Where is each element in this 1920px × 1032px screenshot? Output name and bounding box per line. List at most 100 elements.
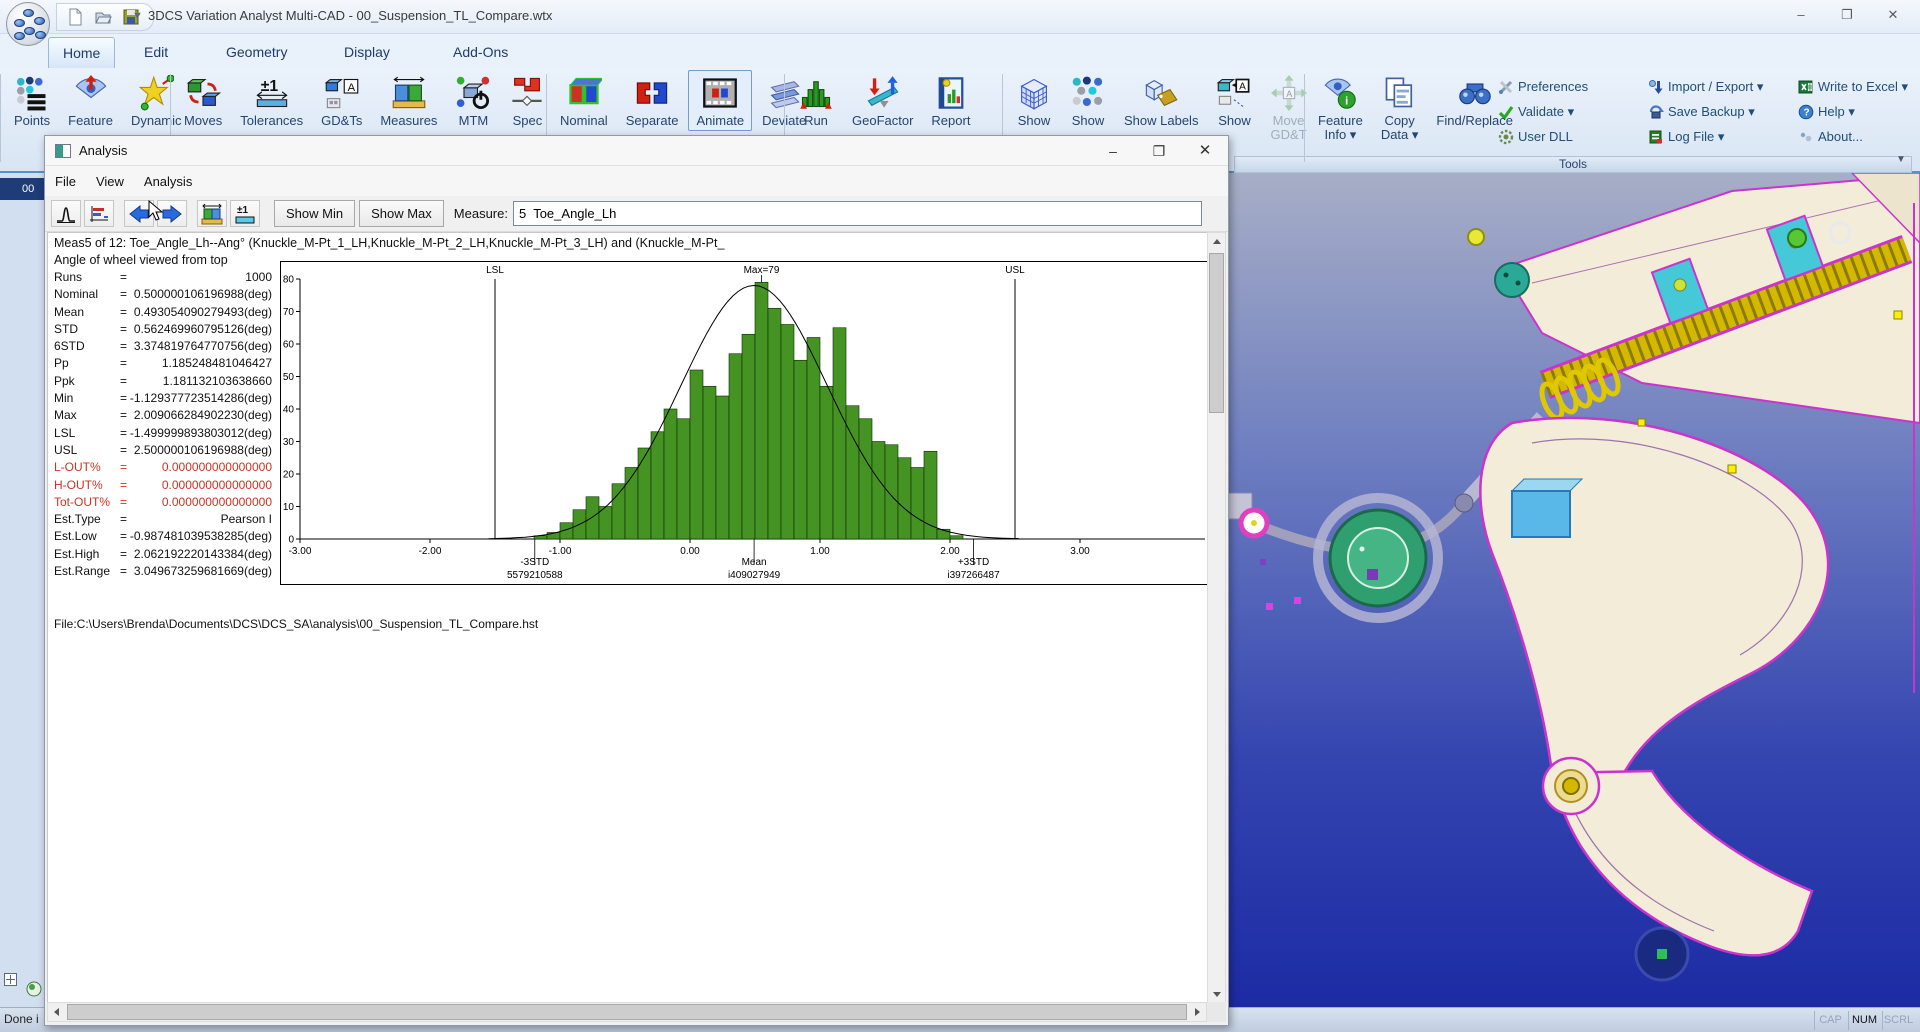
scroll-left-icon[interactable] — [48, 1003, 65, 1021]
stat-row-runs: Runs=1000 — [54, 270, 272, 287]
show-min-button[interactable]: Show Min — [274, 200, 355, 227]
stats-table: Runs=1000Nominal=0.500000106196988(deg)M… — [54, 270, 272, 581]
ribbon-button-label: Spec — [513, 114, 543, 128]
menu-view[interactable]: View — [86, 174, 134, 189]
svg-text:-1.00: -1.00 — [549, 546, 572, 557]
help-button[interactable]: ?Help ▾ — [1798, 99, 1908, 124]
resize-corner[interactable] — [1207, 1002, 1226, 1022]
tab-edit[interactable]: Edit — [130, 37, 182, 68]
mtm-button[interactable]: MTM — [447, 70, 499, 131]
excel-button[interactable]: Write to Excel ▾ — [1798, 74, 1908, 99]
analysis-maximize-button[interactable]: ❐ — [1136, 136, 1182, 166]
report-button[interactable]: Report — [923, 70, 978, 131]
show-annotation-button[interactable]: AShow — [1208, 70, 1260, 131]
separate-button[interactable]: Separate — [618, 70, 687, 131]
analysis-close-button[interactable]: ✕ — [1182, 136, 1228, 166]
measures-button[interactable]: Measures — [372, 70, 445, 131]
tab-geometry[interactable]: Geometry — [212, 37, 301, 68]
horizontal-scrollbar[interactable] — [47, 1002, 1207, 1022]
show-labels-button[interactable]: Show Labels — [1116, 70, 1206, 131]
barchart-view-icon[interactable] — [84, 200, 114, 227]
svg-text:i409027949: i409027949 — [728, 570, 781, 581]
scroll-down-icon[interactable] — [1208, 986, 1225, 1003]
run-button[interactable]: Run — [790, 70, 842, 131]
run-icon — [798, 75, 834, 111]
moves-button[interactable]: Moves — [176, 70, 230, 131]
show-model-button[interactable]: Show — [1008, 70, 1060, 131]
tab-display[interactable]: Display — [330, 37, 404, 68]
svg-text:3.00: 3.00 — [1070, 546, 1090, 557]
analysis-minimize-button[interactable]: – — [1090, 136, 1136, 166]
ribbon-button-label: GD&Ts — [321, 114, 362, 128]
app-logo-icon[interactable] — [6, 2, 50, 46]
scroll-right-icon[interactable] — [1189, 1003, 1206, 1021]
mouse-cursor — [148, 200, 164, 227]
nominal-button[interactable]: Nominal — [552, 70, 616, 131]
find-replace-icon — [1457, 75, 1493, 111]
analysis-toolbar: ±1 Show Min Show Max Measure: 5 Toe_Angl… — [45, 196, 1228, 232]
tool-label: Log File ▾ — [1668, 129, 1724, 145]
geofactor-button[interactable]: GeoFactor — [844, 70, 921, 131]
tool-label: User DLL — [1518, 129, 1573, 144]
show-points-button[interactable]: Show — [1062, 70, 1114, 131]
vscroll-thumb[interactable] — [1209, 253, 1224, 413]
hscroll-thumb[interactable] — [67, 1004, 1187, 1020]
status-message: Done i — [4, 1012, 39, 1026]
new-file-icon[interactable] — [65, 7, 85, 27]
stat-row-lsl: LSL=-1.499999893803012(deg) — [54, 426, 272, 443]
chevron-down-icon[interactable]: ▼ — [1896, 154, 1906, 165]
app-minimize-button[interactable]: – — [1778, 0, 1824, 30]
analysis-menu-bar: FileViewAnalysis — [45, 166, 1228, 196]
move-gdt-icon: A — [1271, 75, 1307, 111]
app-maximize-button[interactable]: ❐ — [1824, 0, 1870, 30]
menu-file[interactable]: File — [45, 174, 86, 189]
stat-row-std: STD=0.562469960795126(deg) — [54, 322, 272, 339]
tolerance-list-icon[interactable]: ±1 — [230, 200, 260, 227]
import-export-button[interactable]: Import / Export ▾ — [1648, 74, 1798, 99]
tool-label: Help ▾ — [1818, 104, 1855, 120]
histogram-view-icon[interactable] — [51, 200, 81, 227]
log-file-button[interactable]: Log File ▾ — [1648, 124, 1798, 149]
ribbon-group-5: iFeatureInfo ▾CopyData ▾Find/Replace — [1310, 70, 1521, 166]
gdts-button[interactable]: AGD&Ts — [313, 70, 370, 131]
menu-analysis[interactable]: Analysis — [134, 174, 202, 189]
show-max-button[interactable]: Show Max — [359, 200, 444, 227]
suspension-model — [1212, 173, 1920, 1007]
show-points-icon — [1070, 75, 1106, 111]
feature-info-button[interactable]: iFeatureInfo ▾ — [1310, 70, 1371, 145]
animate-button[interactable]: Animate — [688, 70, 752, 131]
save-backup-button[interactable]: Save Backup ▾ — [1648, 99, 1798, 124]
svg-text:LSL: LSL — [486, 265, 504, 276]
stat-row-h-out-: H-OUT%=0.000000000000000 — [54, 478, 272, 495]
log-file-icon — [1648, 129, 1664, 145]
analysis-window-title: Analysis — [79, 143, 127, 158]
measures-icon — [391, 75, 427, 111]
expand-grid-icon[interactable] — [4, 973, 17, 991]
scroll-up-icon[interactable] — [1208, 233, 1225, 250]
svg-text:A: A — [1286, 89, 1292, 99]
tab-add-ons[interactable]: Add-Ons — [439, 37, 522, 68]
measure-label: Measure: — [454, 206, 508, 221]
app-close-button[interactable]: ✕ — [1870, 0, 1916, 30]
tolerances-button[interactable]: ±1Tolerances — [232, 70, 311, 131]
analysis-title-bar[interactable]: Analysis – ❐ ✕ — [45, 136, 1228, 166]
import-export-icon — [1648, 79, 1664, 95]
nominal-icon — [566, 75, 602, 111]
find-replace-button[interactable]: Find/Replace — [1428, 70, 1521, 131]
feature-button[interactable]: Feature — [60, 70, 121, 131]
copy-data-button[interactable]: CopyData ▾ — [1373, 70, 1427, 145]
about-button[interactable]: About... — [1798, 124, 1908, 149]
measure-combobox[interactable]: 5 Toe_Angle_Lh — [513, 201, 1202, 226]
measure-description-line: Angle of wheel viewed from top — [54, 253, 228, 267]
stat-row-nominal: Nominal=0.500000106196988(deg) — [54, 287, 272, 304]
cad-viewport[interactable] — [1212, 173, 1920, 1007]
group-divider — [0, 74, 1, 162]
feature-icon — [73, 75, 109, 111]
quick-access-dropdown-icon[interactable]: ▼ — [132, 10, 143, 22]
open-file-icon[interactable] — [93, 7, 113, 27]
vertical-scrollbar[interactable] — [1207, 232, 1226, 1004]
points-button[interactable]: Points — [6, 70, 58, 131]
model-tree-item[interactable]: 00 — [0, 178, 44, 200]
tab-home[interactable]: Home — [48, 37, 115, 68]
measure-list-icon[interactable] — [197, 200, 227, 227]
